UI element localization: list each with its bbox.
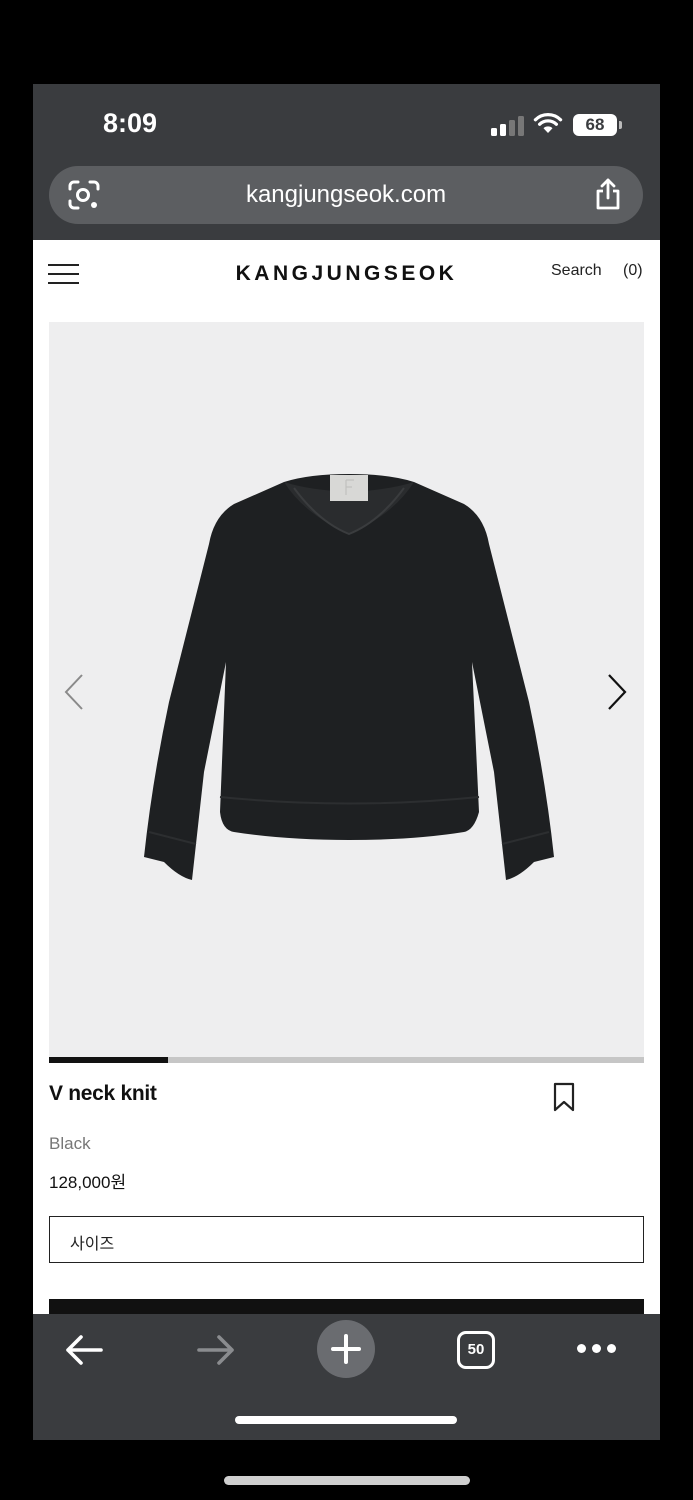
url-text[interactable]: kangjungseok.com bbox=[49, 181, 643, 209]
new-tab-button[interactable] bbox=[317, 1320, 375, 1378]
phone-screen: 8:09 68 kangjungseok.com KANGJUNGSEOK Se… bbox=[33, 84, 660, 1440]
back-arrow-icon[interactable] bbox=[63, 1334, 105, 1366]
address-bar[interactable]: kangjungseok.com bbox=[49, 166, 643, 224]
chevron-right-icon[interactable] bbox=[606, 672, 628, 712]
battery-indicator: 68 bbox=[573, 114, 622, 136]
purchase-button[interactable] bbox=[49, 1299, 644, 1314]
outer-home-indicator bbox=[224, 1476, 470, 1485]
status-bar: 8:09 68 bbox=[33, 84, 660, 164]
product-price: 128,000원 bbox=[49, 1173, 127, 1192]
forward-arrow-icon[interactable] bbox=[195, 1334, 237, 1366]
cellular-signal-icon bbox=[491, 114, 525, 136]
product-image-carousel[interactable] bbox=[49, 322, 644, 1057]
search-link[interactable]: Search bbox=[551, 262, 602, 280]
product-photo bbox=[144, 474, 554, 880]
wifi-icon bbox=[533, 113, 563, 133]
web-page: KANGJUNGSEOK Search (0) V neck knit Blac… bbox=[33, 240, 660, 1314]
chevron-left-icon[interactable] bbox=[63, 672, 85, 712]
more-options-icon[interactable] bbox=[577, 1344, 617, 1354]
status-time: 8:09 bbox=[103, 108, 158, 138]
browser-toolbar: 50 bbox=[33, 1314, 660, 1440]
size-select[interactable]: 사이즈 bbox=[49, 1216, 644, 1263]
carousel-progress-fill bbox=[49, 1057, 168, 1063]
share-icon[interactable] bbox=[593, 177, 623, 211]
size-select-label: 사이즈 bbox=[70, 1236, 115, 1253]
bookmark-icon[interactable] bbox=[553, 1082, 575, 1112]
tab-count-button[interactable]: 50 bbox=[457, 1331, 495, 1369]
product-color: Black bbox=[49, 1134, 91, 1153]
carousel-progress-bar bbox=[49, 1057, 644, 1063]
cart-link[interactable]: (0) bbox=[623, 262, 643, 280]
home-indicator bbox=[235, 1416, 457, 1424]
product-name: V neck knit bbox=[49, 1082, 157, 1105]
plus-icon bbox=[331, 1334, 361, 1364]
